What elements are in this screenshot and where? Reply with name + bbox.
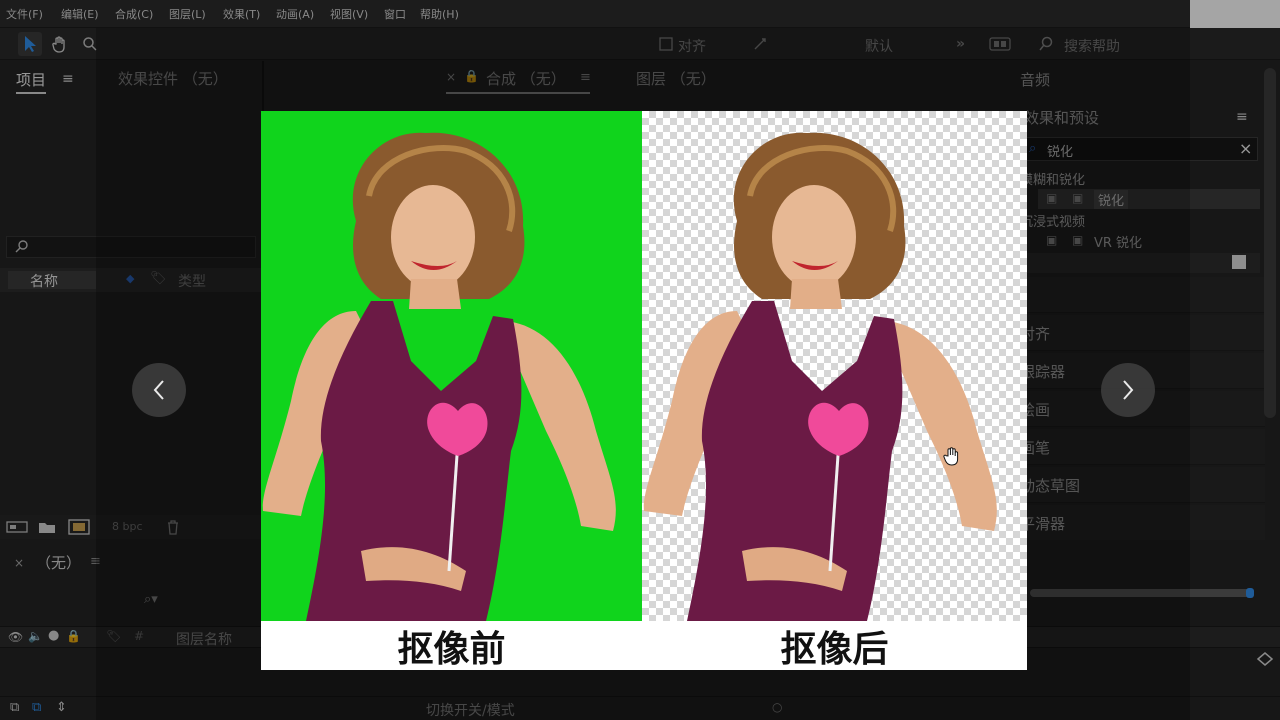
transparent-background-half <box>642 111 1027 621</box>
comparison-image: 抠像前 抠像后 <box>261 111 1027 670</box>
previous-image-button[interactable] <box>132 363 186 417</box>
next-image-button[interactable] <box>1101 363 1155 417</box>
green-screen-half <box>261 111 642 621</box>
hand-cursor-icon <box>943 447 959 466</box>
woman-figure-after <box>643 132 997 621</box>
caption-after: 抠像后 <box>780 628 889 670</box>
woman-figure-before <box>262 132 616 621</box>
caption-before: 抠像前 <box>397 628 506 670</box>
chevron-left-icon <box>153 380 164 400</box>
chevron-right-icon <box>1123 380 1134 400</box>
